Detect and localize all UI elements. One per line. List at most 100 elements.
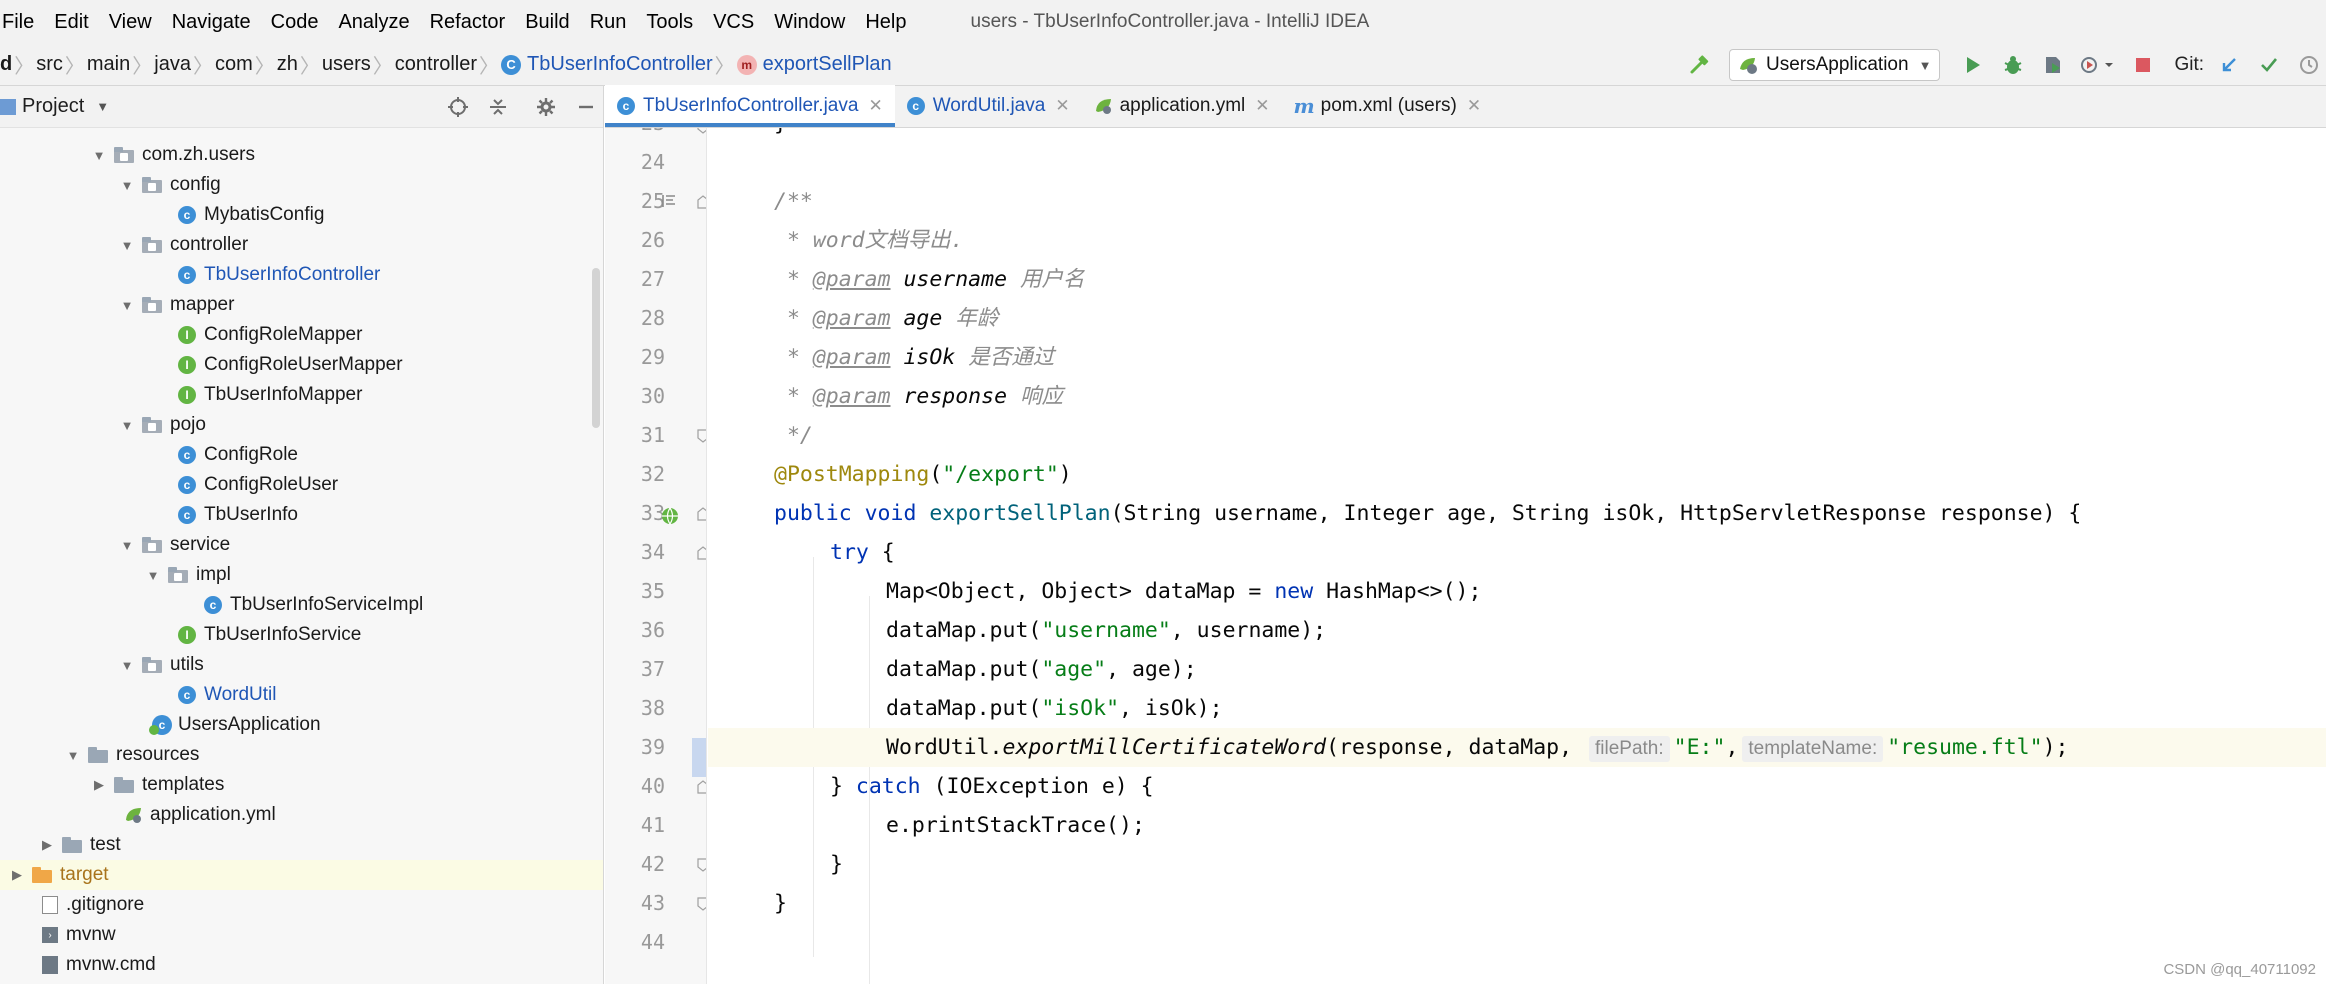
- tree-item-file[interactable]: application.yml: [0, 800, 603, 830]
- minimize-icon[interactable]: [569, 90, 603, 124]
- tree-item-class[interactable]: c ConfigRole: [0, 440, 603, 470]
- git-commit-icon[interactable]: [2252, 48, 2286, 82]
- run-icon[interactable]: [1956, 48, 1990, 82]
- git-history-icon[interactable]: [2292, 48, 2326, 82]
- run-configuration-dropdown[interactable]: UsersApplication ▼: [1728, 49, 1941, 81]
- profile-dropdown-icon[interactable]: [2076, 48, 2120, 82]
- tree-item-file[interactable]: › mvnw: [0, 920, 603, 950]
- breadcrumb-project[interactable]: d: [0, 53, 12, 76]
- menu-navigate[interactable]: Navigate: [172, 11, 251, 34]
- tree-item-package[interactable]: ▼ controller: [0, 230, 603, 260]
- close-icon[interactable]: ✕: [1467, 96, 1481, 116]
- chevron-down-icon[interactable]: ▼: [96, 99, 109, 114]
- fold-marker-icon[interactable]: [695, 857, 707, 873]
- tree-item-class[interactable]: c WordUtil: [0, 680, 603, 710]
- fold-marker-icon[interactable]: [695, 128, 707, 135]
- breadcrumb-com[interactable]: com: [215, 53, 253, 76]
- git-update-icon[interactable]: [2212, 48, 2246, 82]
- tree-item-interface[interactable]: I TbUserInfoService: [0, 620, 603, 650]
- menu-help[interactable]: Help: [865, 11, 906, 34]
- close-icon[interactable]: ✕: [868, 96, 882, 116]
- build-hammer-icon[interactable]: [1683, 48, 1717, 82]
- tree-item-package[interactable]: ▼ utils: [0, 650, 603, 680]
- project-panel-title[interactable]: Project: [22, 95, 84, 118]
- menu-view[interactable]: View: [109, 11, 152, 34]
- tree-item-interface[interactable]: I TbUserInfoMapper: [0, 380, 603, 410]
- tree-item-folder[interactable]: ▶ templates: [0, 770, 603, 800]
- tree-item-package[interactable]: ▼ com.zh.users: [0, 140, 603, 170]
- tree-item-class[interactable]: c TbUserInfoServiceImpl: [0, 590, 603, 620]
- tree-item-package[interactable]: ▼ config: [0, 170, 603, 200]
- fold-marker-icon[interactable]: [695, 545, 707, 561]
- tree-item-folder[interactable]: ▶ test: [0, 830, 603, 860]
- expanded-arrow-icon[interactable]: ▼: [120, 298, 134, 313]
- expanded-arrow-icon[interactable]: ▼: [120, 658, 134, 673]
- breadcrumb-class[interactable]: C TbUserInfoController: [501, 53, 713, 76]
- expanded-arrow-icon[interactable]: ▼: [66, 748, 80, 763]
- code-editor[interactable]: } /** * word文档导出. * @param username 用户名 …: [708, 128, 2326, 984]
- tree-item-file[interactable]: mvnw.cmd: [0, 950, 603, 980]
- breadcrumb-method[interactable]: m exportSellPlan: [736, 53, 892, 76]
- tree-item-interface[interactable]: I ConfigRoleUserMapper: [0, 350, 603, 380]
- breadcrumb-main[interactable]: main: [87, 53, 130, 76]
- tree-item-package[interactable]: ▼ impl: [0, 560, 603, 590]
- close-icon[interactable]: ✕: [1055, 96, 1069, 116]
- tree-item-package[interactable]: ▼ service: [0, 530, 603, 560]
- tree-item-class[interactable]: c TbUserInfoController: [0, 260, 603, 290]
- collapsed-arrow-icon[interactable]: ▶: [40, 837, 54, 853]
- fold-marker-icon[interactable]: [695, 896, 707, 912]
- tree-item-folder[interactable]: ▼ resources: [0, 740, 603, 770]
- tree-item-file[interactable]: .gitignore: [0, 890, 603, 920]
- fold-marker-icon[interactable]: [695, 779, 707, 795]
- tree-item-package[interactable]: ▼ mapper: [0, 290, 603, 320]
- fold-marker-icon[interactable]: [695, 506, 707, 522]
- tree-item-class[interactable]: c MybatisConfig: [0, 200, 603, 230]
- collapse-all-icon[interactable]: [481, 90, 515, 124]
- tab-tbuserinfocontroller[interactable]: c TbUserInfoController.java ✕: [605, 85, 895, 127]
- stop-icon[interactable]: [2126, 48, 2160, 82]
- menu-analyze[interactable]: Analyze: [338, 11, 409, 34]
- locate-file-icon[interactable]: [441, 90, 475, 124]
- tree-item-package[interactable]: ▼ pojo: [0, 410, 603, 440]
- tab-application-yml[interactable]: application.yml ✕: [1082, 85, 1282, 127]
- breadcrumb-src[interactable]: src: [36, 53, 63, 76]
- menu-code[interactable]: Code: [271, 11, 319, 34]
- collapsed-arrow-icon[interactable]: ▶: [10, 867, 24, 883]
- tree-item-application[interactable]: c UsersApplication: [0, 710, 603, 740]
- expanded-arrow-icon[interactable]: ▼: [120, 538, 134, 553]
- expanded-arrow-icon[interactable]: ▼: [120, 178, 134, 193]
- doc-comment-render-icon[interactable]: [661, 193, 677, 209]
- menu-window[interactable]: Window: [774, 11, 845, 34]
- run-with-coverage-icon[interactable]: [2036, 48, 2070, 82]
- expanded-arrow-icon[interactable]: ▼: [146, 568, 160, 583]
- endpoint-globe-icon[interactable]: [659, 505, 681, 527]
- fold-marker-icon[interactable]: [695, 194, 707, 210]
- breadcrumb-controller[interactable]: controller: [395, 53, 477, 76]
- gear-icon[interactable]: [529, 90, 563, 124]
- menu-file[interactable]: File: [2, 11, 34, 34]
- menu-edit[interactable]: Edit: [54, 11, 88, 34]
- tree-item-class[interactable]: c ConfigRoleUser: [0, 470, 603, 500]
- tree-item-class[interactable]: c TbUserInfo: [0, 500, 603, 530]
- tree-item-interface[interactable]: I ConfigRoleMapper: [0, 320, 603, 350]
- menu-build[interactable]: Build: [525, 11, 569, 34]
- fold-marker-icon[interactable]: [695, 428, 707, 444]
- close-icon[interactable]: ✕: [1255, 96, 1269, 116]
- editor-gutter[interactable]: 23 24 25 26 27 28 29 30 31 32 33 34 35 3…: [605, 128, 707, 984]
- breadcrumb-java[interactable]: java: [154, 53, 191, 76]
- menu-refactor[interactable]: Refactor: [430, 11, 506, 34]
- debug-icon[interactable]: [1996, 48, 2030, 82]
- menu-run[interactable]: Run: [590, 11, 627, 34]
- expanded-arrow-icon[interactable]: ▼: [120, 238, 134, 253]
- menu-tools[interactable]: Tools: [646, 11, 693, 34]
- tab-pom-xml[interactable]: m pom.xml (users) ✕: [1282, 85, 1494, 127]
- expanded-arrow-icon[interactable]: ▼: [92, 148, 106, 163]
- breadcrumb-users[interactable]: users: [322, 53, 371, 76]
- tree-item-folder[interactable]: ▶ target: [0, 860, 603, 890]
- breadcrumb-zh[interactable]: zh: [277, 53, 298, 76]
- expanded-arrow-icon[interactable]: ▼: [120, 418, 134, 433]
- collapsed-arrow-icon[interactable]: ▶: [92, 777, 106, 793]
- project-scrollbar[interactable]: [592, 268, 600, 428]
- tab-wordutil[interactable]: c WordUtil.java ✕: [895, 85, 1082, 127]
- menu-vcs[interactable]: VCS: [713, 11, 754, 34]
